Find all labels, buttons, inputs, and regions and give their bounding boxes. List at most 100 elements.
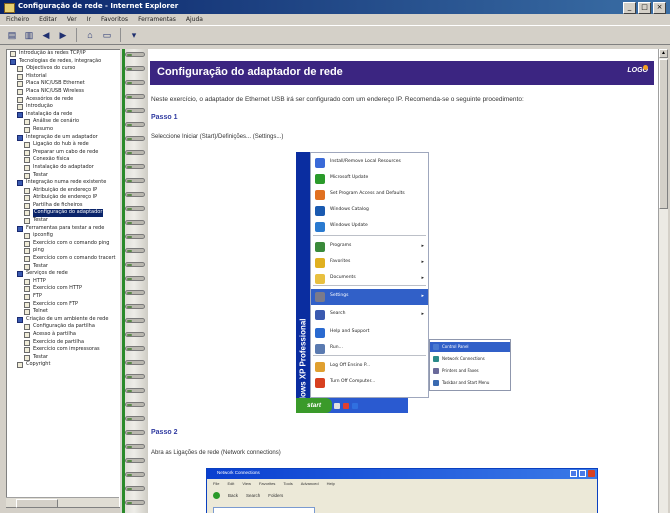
scroll-thumb[interactable] xyxy=(16,499,58,508)
start-menu-item[interactable]: Programs ▸ xyxy=(311,239,428,255)
start-menu-item[interactable]: Settings ▸ xyxy=(311,289,428,305)
submenu-item[interactable]: Control Panel xyxy=(430,342,510,352)
quicklaunch-icon[interactable] xyxy=(334,402,340,409)
forward-icon[interactable]: ▶ xyxy=(56,28,70,42)
start-button[interactable]: start xyxy=(296,398,332,413)
start-menu-item[interactable]: Turn Off Computer... xyxy=(311,375,428,391)
page-title: Configuração do adaptador de rede xyxy=(157,66,343,78)
tree-item[interactable]: Criação de um ambiente de rede xyxy=(7,316,120,324)
tree-item[interactable]: Conexão física xyxy=(7,156,120,164)
scroll-thumb[interactable] xyxy=(659,59,668,209)
tree-item[interactable]: Historial xyxy=(7,73,120,81)
start-menu-item[interactable]: Search ▸ xyxy=(311,307,428,323)
tree-item[interactable]: Integração de um adaptador xyxy=(7,134,120,142)
tree-item[interactable]: Tecnologias de redes, integração xyxy=(7,58,120,66)
tree-item[interactable]: Configuração do adaptador xyxy=(7,209,120,218)
net-menu-item[interactable]: File xyxy=(213,481,219,486)
start-menu-item[interactable]: Microsoft Update xyxy=(311,171,428,187)
tree-item[interactable]: FTP xyxy=(7,293,120,301)
tree-item[interactable]: Configuração da partilha xyxy=(7,323,120,331)
tree-item[interactable]: Exercício com HTTP xyxy=(7,285,120,293)
tree-item[interactable]: Acesso à partilha xyxy=(7,331,120,339)
maximize-icon[interactable] xyxy=(579,470,586,477)
menu-favorites[interactable]: Favoritos xyxy=(101,14,128,25)
tree-item[interactable]: Partilha de ficheiros xyxy=(7,202,120,210)
menu-tools[interactable]: Ferramentas xyxy=(138,14,176,25)
hide-icon[interactable]: ▤ xyxy=(5,28,19,42)
content-vertical-scrollbar[interactable]: ▲ xyxy=(658,49,668,513)
tree-item[interactable]: Exercício com FTP xyxy=(7,301,120,309)
menu-file[interactable]: Ficheiro xyxy=(6,14,29,25)
tree-item[interactable]: Exercício com o comando ping xyxy=(7,240,120,248)
back-icon[interactable]: ◀ xyxy=(39,28,53,42)
close-button[interactable]: × xyxy=(653,2,666,14)
tree-item[interactable]: Copyright xyxy=(7,361,120,369)
tree-item[interactable]: Placa NIC/USB Ethernet xyxy=(7,80,120,88)
tree-horizontal-scrollbar[interactable] xyxy=(6,497,119,508)
options-icon[interactable]: ▾ xyxy=(127,28,141,42)
maximize-button[interactable]: □ xyxy=(638,2,651,14)
menu-help[interactable]: Ajuda xyxy=(186,14,203,25)
submenu-item[interactable]: Taskbar and Start Menu xyxy=(430,378,510,388)
net-menu-item[interactable]: Tools xyxy=(283,481,292,486)
net-menu-item[interactable]: Favorites xyxy=(259,481,275,486)
page-icon xyxy=(17,362,23,369)
tree-item[interactable]: Instalação do adaptador xyxy=(7,164,120,172)
submenu-item[interactable]: Network Connections xyxy=(430,354,510,364)
tree-item[interactable]: Atribuição de endereço IP xyxy=(7,187,120,195)
start-menu-item[interactable]: Set Program Access and Defaults xyxy=(311,187,428,203)
net-menu-item[interactable]: Help xyxy=(327,481,335,486)
menu-go[interactable]: Ir xyxy=(87,14,91,25)
tree-item[interactable]: Testar xyxy=(7,354,120,362)
quicklaunch-icon[interactable] xyxy=(352,402,358,409)
logo: LOGO xyxy=(627,65,648,74)
start-menu-item[interactable]: Windows Catalog xyxy=(311,203,428,219)
start-menu-item[interactable]: Favorites ▸ xyxy=(311,255,428,271)
net-menu-item[interactable]: Advanced xyxy=(301,481,319,486)
tree-item[interactable]: Resumo xyxy=(7,126,120,134)
minimize-button[interactable]: _ xyxy=(623,2,636,14)
tree-item[interactable]: Integração numa rede existente xyxy=(7,179,120,187)
net-menu-item[interactable]: Edit xyxy=(227,481,234,486)
tree-item[interactable]: Introdução xyxy=(7,103,120,111)
network-window-titlebar: Network Connections xyxy=(207,469,597,479)
locate-icon[interactable]: ▥ xyxy=(22,28,36,42)
tree-item[interactable]: Serviços de rede xyxy=(7,270,120,278)
address-bar[interactable] xyxy=(213,507,315,513)
tree-item[interactable]: Testar xyxy=(7,263,120,271)
tree-item[interactable]: ipconfig xyxy=(7,232,120,240)
start-menu-item[interactable]: Help and Support xyxy=(311,325,428,341)
start-menu-item[interactable]: Install/Remove Local Resources xyxy=(311,155,428,171)
tree-item[interactable]: Introdução às redes TCP/IP xyxy=(7,50,120,58)
tree-item[interactable]: Placa NIC/USB Wireless xyxy=(7,88,120,96)
start-menu-item[interactable]: Windows Update xyxy=(311,219,428,235)
tree-item[interactable]: Ligação do hub à rede xyxy=(7,141,120,149)
folders-button[interactable]: Folders xyxy=(268,493,283,498)
print-icon[interactable]: ▭ xyxy=(100,28,114,42)
tree-item[interactable]: Atribuição de endereço IP xyxy=(7,194,120,202)
tree-item[interactable]: Telnet xyxy=(7,308,120,316)
quicklaunch-icon[interactable] xyxy=(343,402,349,409)
scroll-up-icon[interactable]: ▲ xyxy=(659,49,668,58)
tree-item[interactable]: Objectivos do curso xyxy=(7,65,120,73)
minimize-icon[interactable] xyxy=(570,470,577,477)
tree-item[interactable]: Exercício com impressoras xyxy=(7,346,120,354)
start-menu-item[interactable]: Log Off Ensino P... xyxy=(311,359,428,375)
submenu-item[interactable]: Printers and Faxes xyxy=(430,366,510,376)
back-button[interactable]: Back xyxy=(228,493,238,498)
menu-separator xyxy=(313,285,426,286)
search-button[interactable]: Search xyxy=(246,493,260,498)
tree-item[interactable]: Acessórios de rede xyxy=(7,96,120,104)
tree-item[interactable]: Testar xyxy=(7,217,120,225)
close-icon[interactable] xyxy=(588,470,595,477)
menu-view[interactable]: Ver xyxy=(67,14,77,25)
tree-item[interactable]: Testar xyxy=(7,172,120,180)
tree-item[interactable]: Ferramentas para testar a rede xyxy=(7,225,120,233)
tree-item[interactable]: ping xyxy=(7,247,120,255)
back-arrow-icon[interactable] xyxy=(213,492,220,499)
home-icon[interactable]: ⌂ xyxy=(83,28,97,42)
menu-edit[interactable]: Editar xyxy=(39,14,57,25)
tree-item[interactable]: Análise de cenário xyxy=(7,118,120,126)
net-menu-item[interactable]: View xyxy=(242,481,251,486)
tree-item[interactable]: Exercício com o comando tracert xyxy=(7,255,120,263)
